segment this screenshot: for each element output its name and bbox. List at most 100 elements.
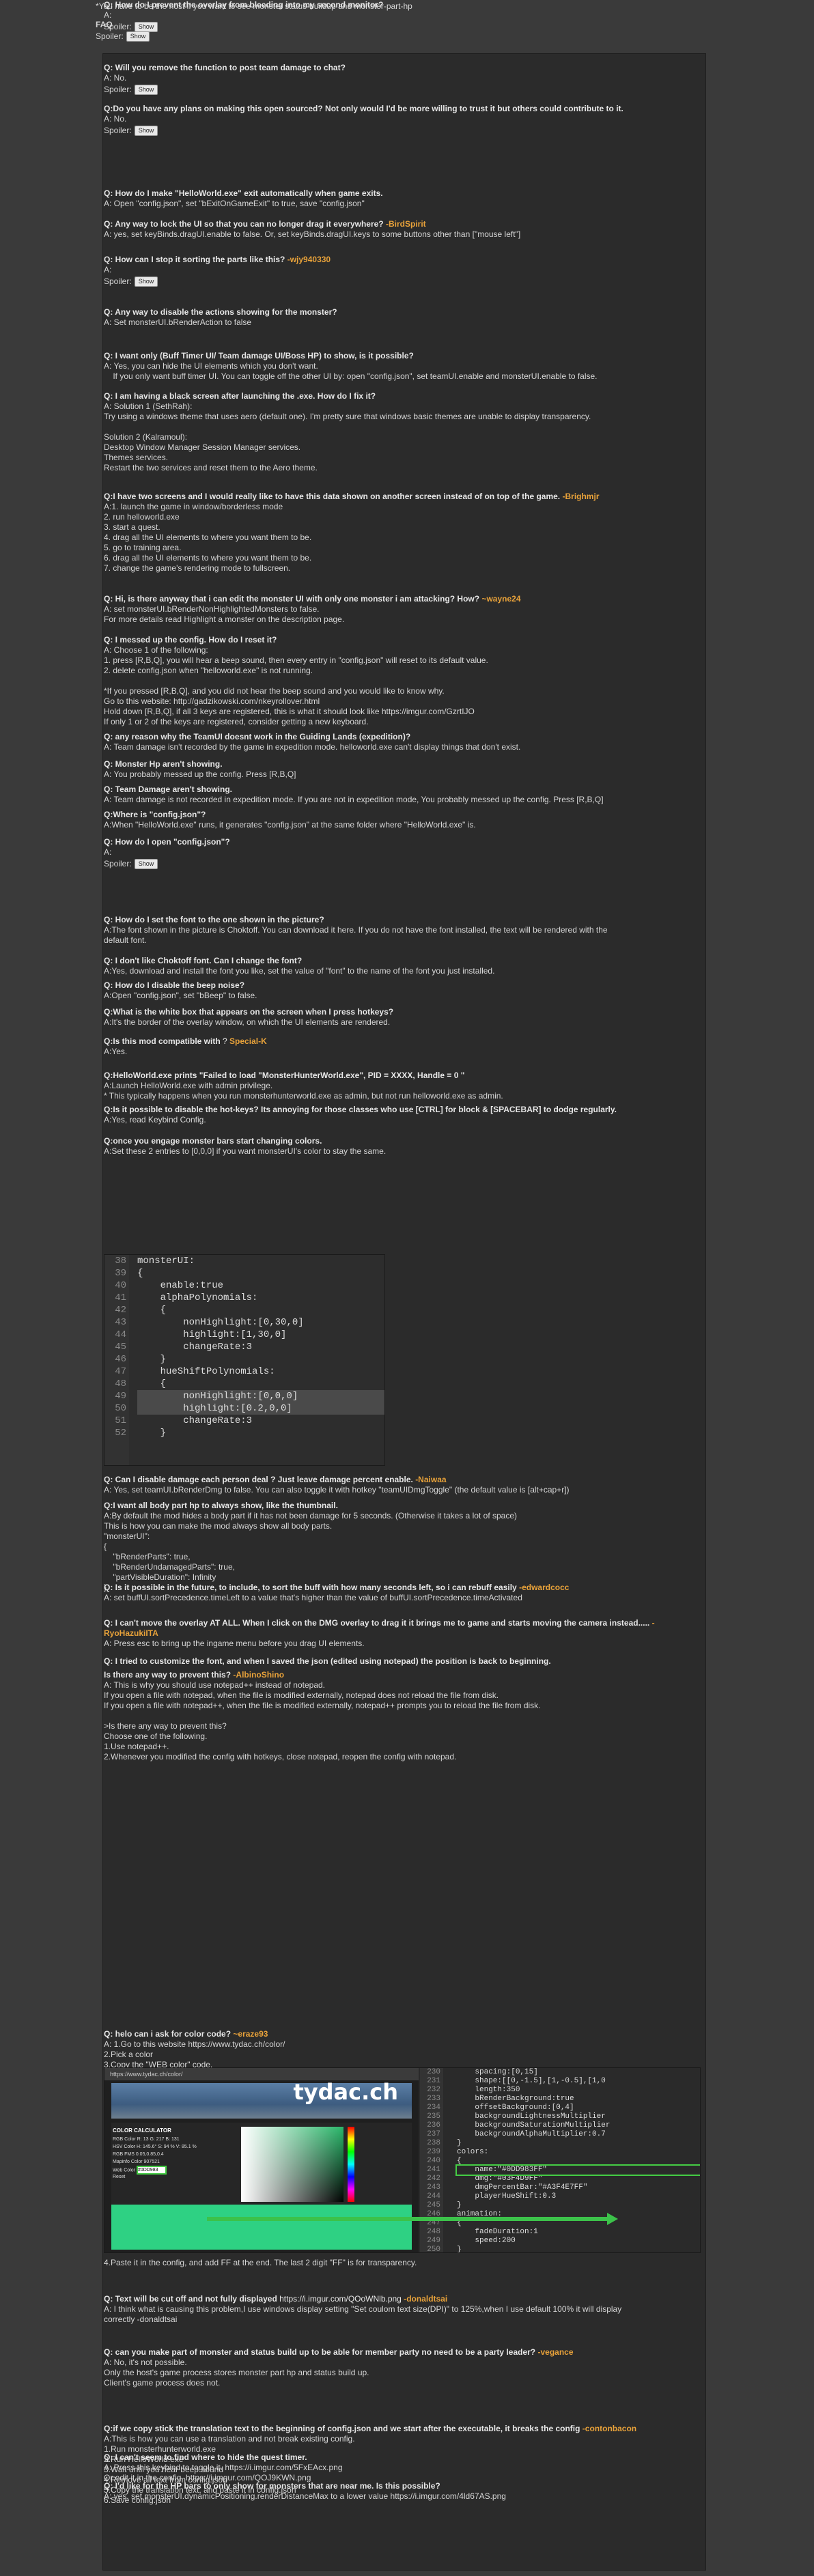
author-link[interactable]: ~eraze93 (233, 2029, 268, 2039)
code-line: enable:true (137, 1280, 224, 1291)
author-link[interactable]: -vegance (537, 2347, 573, 2357)
answer-line: A: I think what is causing this problem,… (104, 2304, 622, 2314)
question-text: Q: I can't move the overlay AT ALL. When… (104, 1618, 650, 1628)
code-line: shape:[[0,-1.5],[1,-0.5],[1,0 (457, 2077, 606, 2085)
question-text: Q:I want all body part hp to always show… (104, 1501, 338, 1510)
faq-item: Q: Any way to lock the UI so that you ca… (104, 219, 677, 240)
faq-item: Is there any way to prevent this? -Albin… (104, 1670, 677, 1762)
question-text: Q: Team Damage aren't showing. (104, 784, 233, 794)
code-line: playerHueShift:0.3 (457, 2192, 557, 2200)
answer-line: For more details read Highlight a monste… (104, 614, 345, 624)
answer-line: A: yes. set monsterUI.dynamicPositioning… (104, 2491, 506, 2501)
color-preview-swatch (111, 2205, 412, 2250)
question-text: Q: I'd like for the HP bars to only show… (104, 2481, 440, 2491)
spoiler-label: Spoiler: (104, 21, 132, 31)
answer-line: A: Yes, set teamUI.bRenderDmg to false. … (104, 1485, 570, 1495)
question-text: Q: Text will be cut off and not fully di… (104, 2294, 277, 2304)
question-text: Q:What is the white box that appears on … (104, 1007, 394, 1017)
answer-line: A:By default the mod hides a body part i… (104, 1511, 518, 1520)
author-link[interactable]: Special-K (229, 1036, 267, 1046)
answer-line: A:The font shown in the picture is Chokt… (104, 925, 608, 935)
code-line: fadeDuration:1 (457, 2228, 538, 2236)
line-number: 232 (427, 2086, 440, 2094)
line-number: 39 (115, 1268, 126, 1279)
faq-question: Q: Will you remove the function to post … (104, 63, 677, 73)
line-number: 239 (427, 2148, 440, 2156)
show-spoiler-button[interactable]: Show (134, 125, 158, 136)
author-link[interactable]: -AlbinoShino (233, 1670, 284, 1680)
author-link[interactable]: -contonbacon (583, 2424, 636, 2433)
faq-item: Q: Will you remove the function to post … (104, 63, 677, 96)
answer-line: *If you pressed [R,B,Q], and you did not… (104, 686, 445, 696)
question-text: Q: Can I disable damage each person deal… (104, 1475, 413, 1484)
answer-line: Themes services. (104, 453, 169, 462)
show-spoiler-button[interactable]: Show (134, 858, 158, 869)
answer-line: correctly -donaldtsai (104, 2315, 178, 2324)
answer-line (104, 1711, 677, 1721)
spoiler: Spoiler: Show (104, 20, 677, 33)
answer-line: A:Open "config.json", set "bBeep" to fal… (104, 991, 257, 1000)
saturation-picker[interactable] (241, 2127, 343, 2202)
web-color-field[interactable]: #0DD983 (136, 2166, 167, 2175)
faq-question: Q: I tried to customize the font, and wh… (104, 1656, 677, 1667)
show-spoiler-button[interactable]: Show (134, 276, 158, 287)
line-number: 244 (427, 2192, 440, 2200)
author-link[interactable]: -edwardcocc (519, 1583, 569, 1592)
question-text: Q: I can't seem to find where to hide th… (104, 2452, 307, 2462)
author-link[interactable]: ~wayne24 (481, 594, 520, 604)
faq-question: Q: How do I prevent the overlay from ble… (104, 0, 677, 10)
answer-line: A: No. (104, 73, 127, 83)
code-line: { (137, 1305, 167, 1316)
code-line: highlight:[1,30,0] (137, 1329, 287, 1340)
answer-line: Go to this website: http://gadzikowski.c… (104, 696, 320, 706)
author-link[interactable]: -Naiwaa (415, 1475, 446, 1484)
question-link[interactable]: https://i.imgur.com/QOoWNlb.png (277, 2294, 402, 2304)
faq-question: Q: I want only (Buff Timer UI/ Team dama… (104, 351, 677, 361)
answer-line: A:Launch HelloWorld.exe with admin privi… (104, 1081, 273, 1090)
faq-question: Q:HelloWorld.exe prints "Failed to load … (104, 1071, 677, 1081)
hue-slider[interactable] (348, 2127, 354, 2202)
faq-question: Q: helo can i ask for color code? ~eraze… (104, 2029, 677, 2039)
spoiler: Spoiler: Show (104, 275, 677, 287)
code-line: monsterUI: (137, 1256, 195, 1266)
answer-line: A: Open "config.json", set "bExitOnGameE… (104, 199, 365, 208)
author-link[interactable]: -Brighmjr (562, 492, 599, 501)
code-line-numbers: 230 231 232 233 234 235 236 237 238 239 240 241 242 2… (420, 2068, 443, 2252)
answer-line: A: yes, set keyBinds.dragUI.enable to fa… (104, 229, 521, 239)
question-text: Q: Any way to disable the actions showin… (104, 307, 337, 317)
code-line: } (137, 1354, 167, 1365)
spoiler: Spoiler: Show (104, 858, 677, 870)
answer-line: A:When "HelloWorld.exe" runs, it generat… (104, 820, 476, 830)
line-number: 250 (427, 2246, 440, 2253)
answer-line: Solution 2 (Kalramoul): (104, 432, 188, 442)
faq-question: Q: Can I disable damage each person deal… (104, 1475, 677, 1485)
faq-question: Q: any reason why the TeamUI doesnt work… (104, 732, 677, 742)
code-line: dmgPercentBar:"#A3F4E7FF" (457, 2183, 588, 2192)
answer-line: 4.Paste it in the config, and add FF at … (104, 2258, 417, 2267)
faq-item: Q: I tried to customize the font, and wh… (104, 1656, 677, 1667)
answer-line: A: Yes, you can hide the UI elements whi… (104, 361, 318, 371)
author-link[interactable]: -wjy940330 (287, 255, 331, 264)
faq-question: Q: How do I disable the beep noise? (104, 980, 677, 991)
line-number: 41 (115, 1292, 126, 1303)
answer-line: A: 1.Go to this website https://www.tyda… (104, 2039, 285, 2049)
show-spoiler-button[interactable]: Show (134, 84, 158, 95)
show-spoiler-button[interactable]: Show (134, 21, 158, 32)
question-text: Q:once you engage monster bars start cha… (104, 1136, 322, 1146)
answer-line: A: (104, 10, 112, 20)
question-text: Q: How do I open "config.json"? (104, 837, 230, 847)
question-text: Q: I want only (Buff Timer UI/ Team dama… (104, 351, 414, 360)
author-link[interactable]: -donaldtsai (404, 2294, 447, 2304)
spoiler: Spoiler: Show (104, 83, 677, 96)
question-text: Q: Is it possible in the future, to incl… (104, 1583, 517, 1592)
answer-line: A: set buffUI.sortPrecedence.timeLeft to… (104, 1593, 522, 1602)
answer-line: This is how you can make the mod always … (104, 1521, 333, 1531)
faq-item: Q: helo can i ask for color code? ~eraze… (104, 2029, 677, 2070)
faq-question: Q:once you engage monster bars start cha… (104, 1136, 677, 1146)
answer-line (104, 676, 677, 686)
faq-question: Q: Is it possible in the future, to incl… (104, 1583, 677, 1593)
author-link[interactable]: -BirdSpirit (386, 219, 426, 229)
faq-question: Q: Any way to disable the actions showin… (104, 307, 677, 317)
site-logo: tydac.ch (293, 2079, 398, 2105)
question-link[interactable]: ? (221, 1036, 227, 1046)
